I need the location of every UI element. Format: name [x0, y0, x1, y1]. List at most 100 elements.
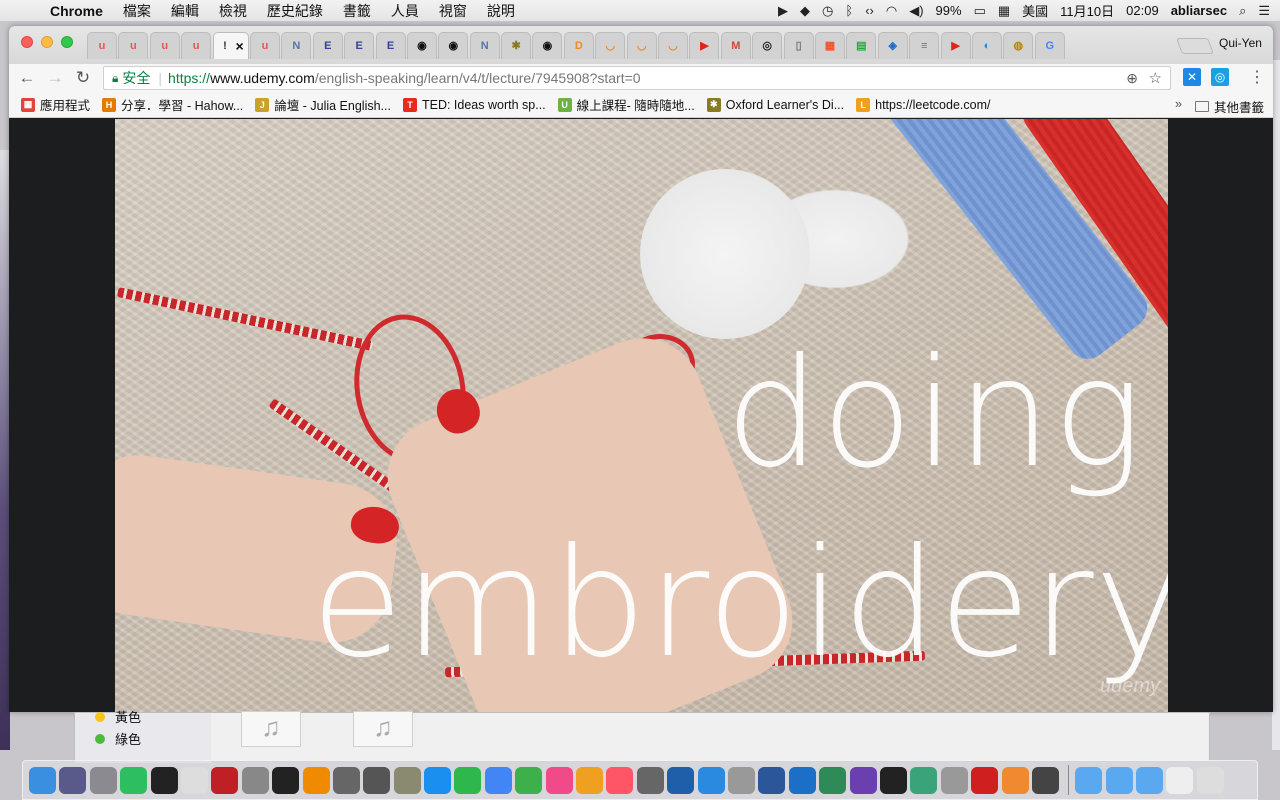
new-tab-button[interactable] — [1176, 38, 1214, 54]
browser-tab[interactable]: ◎ — [752, 32, 783, 59]
flag-icon[interactable]: ▦ — [998, 3, 1010, 19]
browser-tab[interactable]: D — [563, 32, 594, 59]
bookmark-star-icon[interactable]: ☆ — [1149, 69, 1162, 87]
dock-folder-icon[interactable] — [1105, 766, 1133, 794]
dock-app-icon[interactable] — [363, 766, 391, 794]
dock-app-icon[interactable] — [606, 766, 634, 794]
address-bar[interactable]: 🔒︎ 安全 | https:// www. udemy.com /english… — [103, 66, 1171, 90]
browser-tab[interactable]: N — [281, 32, 312, 59]
dropbox-icon[interactable]: ◆ — [800, 3, 810, 19]
wifi-icon[interactable]: ◠ — [886, 3, 897, 19]
menu-history[interactable]: 歷史紀錄 — [257, 1, 333, 21]
extension-2-icon[interactable]: ◎ — [1211, 68, 1229, 86]
menubar-date[interactable]: 11月10日 — [1060, 1, 1114, 20]
dock-app-icon[interactable] — [667, 766, 695, 794]
dock-app-icon[interactable] — [454, 766, 482, 794]
dock-app-icon[interactable] — [1031, 766, 1059, 794]
code-icon[interactable]: ‹› — [865, 3, 874, 18]
other-bookmarks[interactable]: 其他書籤 — [1195, 97, 1264, 116]
time-machine-icon[interactable]: ◷ — [822, 3, 833, 19]
menu-help[interactable]: 說明 — [477, 1, 525, 21]
dock-folder-icon[interactable] — [1166, 766, 1194, 794]
dock-app-icon[interactable] — [302, 766, 330, 794]
browser-tab[interactable]: ▤ — [846, 32, 877, 59]
video-player[interactable]: doing embroidery udemy — [115, 119, 1168, 712]
dock-app-icon[interactable] — [120, 766, 148, 794]
notification-center-icon[interactable]: ☰ — [1258, 3, 1270, 19]
dock-app-icon[interactable] — [332, 766, 360, 794]
menu-edit[interactable]: 編輯 — [161, 1, 209, 21]
browser-tab[interactable]: u — [118, 32, 149, 59]
browser-tab[interactable]: u — [87, 32, 117, 59]
battery-icon[interactable]: ▭ — [974, 3, 986, 19]
dock-app-icon[interactable] — [879, 766, 907, 794]
bookmark-item[interactable]: J 論壇 - Julia English... — [255, 95, 391, 114]
browser-tab[interactable]: ▦ — [814, 32, 845, 59]
bookmark-item[interactable]: T TED: Ideas worth sp... — [402, 97, 546, 112]
dock-app-icon[interactable] — [515, 766, 543, 794]
browser-tab[interactable]: ▯ — [783, 32, 814, 59]
music-file-icon[interactable]: ♫ — [241, 711, 301, 747]
menu-view[interactable]: 檢視 — [209, 1, 257, 21]
menu-file[interactable]: 檔案 — [113, 1, 161, 21]
zoom-window-button[interactable] — [61, 36, 73, 48]
forward-arrow-icon[interactable]: → — [41, 68, 69, 88]
dock-app-icon[interactable] — [758, 766, 786, 794]
dock-app-icon[interactable] — [849, 766, 877, 794]
menu-window[interactable]: 視窗 — [429, 1, 477, 21]
dock-app-icon[interactable] — [788, 766, 816, 794]
dock-folder-icon[interactable] — [1075, 766, 1103, 794]
music-file-icon[interactable]: ♫ — [353, 711, 413, 747]
browser-tab[interactable]: ◡ — [658, 32, 689, 59]
dock-app-icon[interactable] — [727, 766, 755, 794]
dock-app-icon[interactable] — [272, 766, 300, 794]
dock-app-icon[interactable] — [241, 766, 269, 794]
close-tab-icon[interactable]: × — [235, 38, 243, 54]
dock-app-icon[interactable] — [59, 766, 87, 794]
dock-app-icon[interactable] — [211, 766, 239, 794]
browser-tab[interactable]: E — [344, 32, 375, 59]
close-window-button[interactable] — [21, 36, 33, 48]
input-source[interactable]: 美國 — [1022, 1, 1048, 20]
dock-app-icon[interactable] — [424, 766, 452, 794]
dock-app-icon[interactable] — [393, 766, 421, 794]
menubar-user[interactable]: abliarsec — [1171, 3, 1227, 18]
extension-icon[interactable]: ✕ — [1183, 68, 1201, 86]
dock-app-icon[interactable] — [545, 766, 573, 794]
browser-tab[interactable]: ≡ — [909, 32, 940, 59]
browser-tab[interactable]: E — [375, 32, 406, 59]
browser-tab[interactable]: u — [249, 32, 280, 59]
dock-app-icon[interactable] — [89, 766, 117, 794]
zoom-icon[interactable]: ⊕ — [1126, 70, 1138, 87]
dock-app-icon[interactable] — [910, 766, 938, 794]
bookmark-item[interactable]: H 分享．學習 - Hahow... — [102, 95, 243, 114]
dock-app-icon[interactable] — [971, 766, 999, 794]
browser-tab[interactable]: ◉ — [406, 32, 437, 59]
browser-tab[interactable]: ✱ — [501, 32, 532, 59]
browser-tab[interactable]: G — [1034, 32, 1065, 59]
dock-app-icon[interactable] — [940, 766, 968, 794]
browser-tab[interactable]: ! × — [212, 32, 249, 59]
browser-tab[interactable]: ◐ — [971, 32, 1002, 59]
dock-app-icon[interactable] — [180, 766, 208, 794]
dock-app-icon[interactable] — [29, 766, 56, 794]
browser-tab[interactable]: u — [181, 32, 212, 59]
browser-tab[interactable]: ◉ — [438, 32, 469, 59]
browser-tab[interactable]: M — [720, 32, 751, 59]
bookmark-item[interactable]: Lhttps://leetcode.com/ — [856, 97, 990, 112]
spotlight-icon[interactable]: ⌕ — [1239, 3, 1246, 19]
minimize-window-button[interactable] — [41, 36, 53, 48]
bookmark-item[interactable]: U 線上課程- 隨時隨地... — [557, 95, 695, 114]
dock-app-icon[interactable] — [636, 766, 664, 794]
menu-kebab-icon[interactable]: ⋮ — [1249, 67, 1265, 87]
dock-app-icon[interactable] — [150, 766, 178, 794]
menubar-time[interactable]: 02:09 — [1126, 3, 1159, 18]
battery-percent[interactable]: 99% — [936, 3, 962, 18]
bookmark-item[interactable]: ✱ Oxford Learner's Di... — [706, 97, 844, 112]
dock-app-icon[interactable] — [484, 766, 512, 794]
dock-app-icon[interactable] — [1001, 766, 1029, 794]
bluetooth-icon[interactable]: ᛒ — [845, 3, 853, 18]
app-menu[interactable]: Chrome — [44, 3, 113, 19]
browser-tab[interactable]: ◡ — [626, 32, 657, 59]
browser-tab[interactable]: ▶ — [940, 32, 971, 59]
